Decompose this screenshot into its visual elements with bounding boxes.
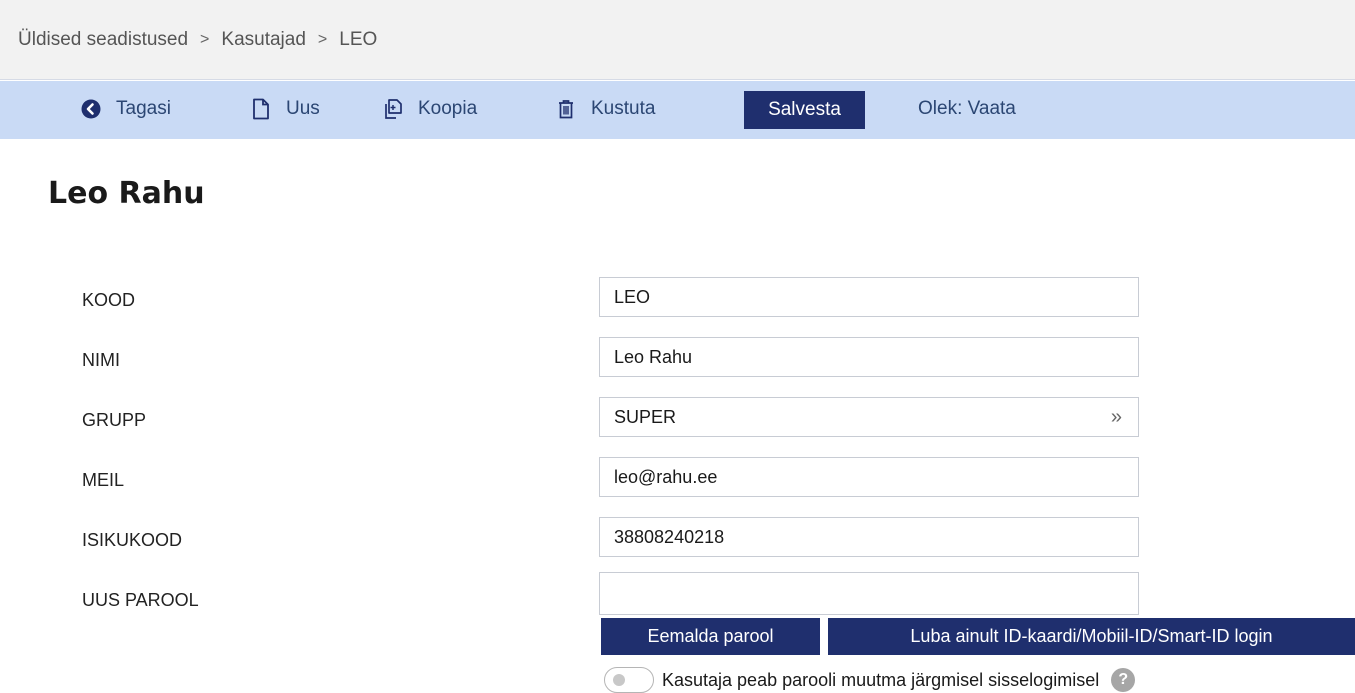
- back-arrow-icon: [80, 98, 102, 120]
- breadcrumb-general-settings[interactable]: Üldised seadistused: [18, 29, 188, 51]
- copy-label: Koopia: [418, 98, 478, 119]
- help-icon[interactable]: ?: [1111, 668, 1136, 692]
- personal-code-label: ISIKUKOOD: [82, 530, 183, 550]
- delete-label: Kustuta: [591, 98, 656, 119]
- toolbar: Tagasi Uus Koopia Kustuta Salvesta Olek:…: [0, 81, 1355, 139]
- breadcrumb-current-user: LEO: [339, 28, 378, 50]
- must-change-password-row: Kasutaja peab parooli muutma järgmisel s…: [604, 667, 1136, 693]
- save-button[interactable]: Salvesta: [744, 91, 865, 129]
- trash-icon: [555, 98, 577, 120]
- must-change-password-label: Kasutaja peab parooli muutma järgmisel s…: [662, 669, 1100, 690]
- new-document-icon: [250, 98, 272, 120]
- remove-password-button[interactable]: Eemalda parool: [601, 618, 820, 655]
- group-value: SUPER: [614, 406, 677, 427]
- copy-button[interactable]: Koopia: [382, 98, 477, 120]
- new-password-label: UUS PAROOL: [82, 590, 199, 610]
- code-label: KOOD: [82, 290, 136, 310]
- breadcrumb: Üldised seadistused > Kasutajad > LEO: [0, 0, 1355, 80]
- group-select[interactable]: SUPER »: [599, 397, 1139, 437]
- toggle-knob: [613, 674, 625, 686]
- page-title: Leo Rahu: [48, 176, 205, 211]
- back-button[interactable]: Tagasi: [80, 98, 171, 120]
- new-label: Uus: [286, 98, 320, 119]
- breadcrumb-separator: >: [200, 30, 210, 48]
- breadcrumb-separator: >: [317, 30, 328, 48]
- delete-button[interactable]: Kustuta: [555, 98, 655, 120]
- breadcrumb-users[interactable]: Kasutajad: [221, 29, 306, 51]
- double-chevron-right-icon[interactable]: »: [1111, 406, 1122, 429]
- name-label: NIMI: [82, 350, 120, 370]
- back-label: Tagasi: [116, 98, 171, 119]
- new-password-input[interactable]: [599, 572, 1139, 615]
- code-input[interactable]: [599, 277, 1139, 317]
- group-label: GRUPP: [82, 410, 147, 430]
- id-login-only-button[interactable]: Luba ainult ID-kaardi/Mobiil-ID/Smart-ID…: [828, 618, 1355, 655]
- name-input[interactable]: [599, 337, 1139, 377]
- email-input[interactable]: [599, 457, 1139, 497]
- status-label: Olek: Vaata: [918, 98, 1016, 119]
- must-change-password-toggle[interactable]: [604, 667, 654, 693]
- new-button[interactable]: Uus: [250, 98, 320, 120]
- email-label: MEIL: [82, 470, 125, 490]
- copy-icon: [382, 98, 404, 120]
- personal-code-input[interactable]: [599, 517, 1139, 557]
